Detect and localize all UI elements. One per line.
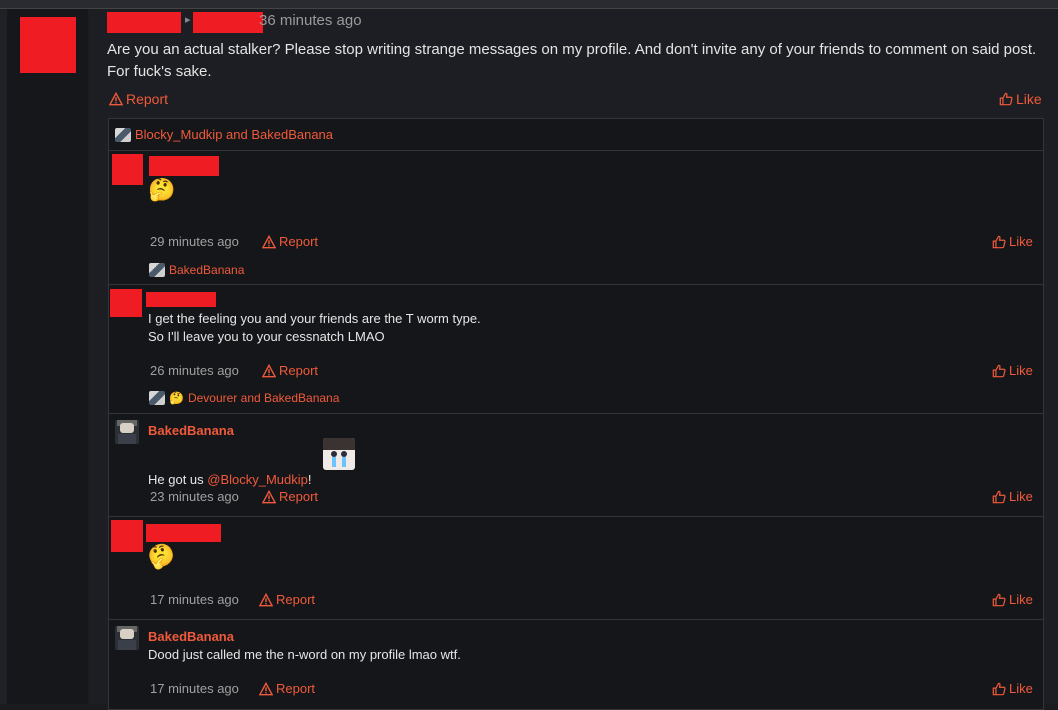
comment-likers-text: Devourer and BakedBanana: [187, 391, 340, 405]
comment-report-button[interactable]: Report: [262, 363, 318, 378]
mention-link[interactable]: @Blocky_Mudkip: [207, 472, 308, 487]
comment-like-button[interactable]: Like: [992, 681, 1033, 696]
comment: 🤔 17 minutes ago Report Like: [109, 517, 1043, 619]
report-label: Report: [276, 681, 316, 696]
comment-time[interactable]: 17 minutes ago: [150, 592, 239, 607]
thumbs-up-icon: [992, 682, 1006, 695]
comment-likers-text: BakedBanana: [169, 263, 245, 277]
comment-time[interactable]: 17 minutes ago: [150, 681, 239, 696]
like-label: Like: [1009, 592, 1033, 607]
post-time[interactable]: 36 minutes ago: [259, 12, 362, 29]
comments-block: Blocky_Mudkip and BakedBanana 🤔 29 minut…: [108, 118, 1044, 710]
thinking-emoji: 🤔: [143, 538, 180, 573]
liker-avatar: [149, 263, 165, 277]
comment-report-button[interactable]: Report: [262, 489, 318, 504]
comment-likers[interactable]: 🤔 Devourer and BakedBanana: [149, 391, 339, 405]
warning-triangle-icon: [259, 592, 273, 606]
comment-avatar-redacted[interactable]: [112, 154, 143, 185]
left-avatar-column: [0, 9, 88, 704]
comment-text-suffix: !: [307, 472, 312, 487]
profile-avatar-redacted[interactable]: [20, 17, 76, 73]
comment-avatar-redacted[interactable]: [110, 289, 142, 317]
crying-anime-sticker: [323, 438, 355, 470]
comment-text-prefix: He got us: [148, 472, 208, 487]
comment-like-button[interactable]: Like: [992, 234, 1033, 249]
liker-avatar: [149, 391, 165, 405]
comment-avatar-redacted[interactable]: [111, 520, 143, 552]
comment-time[interactable]: 29 minutes ago: [150, 234, 239, 249]
comment-report-button[interactable]: Report: [262, 234, 318, 249]
comment-author-redacted[interactable]: [146, 292, 216, 307]
comment-text: I get the feeling you and your friends a…: [148, 311, 481, 344]
comment: I get the feeling you and your friends a…: [109, 285, 1043, 413]
report-label: Report: [279, 489, 319, 504]
like-label: Like: [1016, 91, 1042, 107]
report-label: Report: [276, 592, 316, 607]
comment-author-redacted[interactable]: [146, 524, 221, 542]
liker-avatar: [115, 127, 131, 142]
thinking-emoji: 🤔: [148, 177, 176, 202]
comment-likers[interactable]: BakedBanana: [149, 263, 244, 277]
thumbs-up-icon: [992, 364, 1006, 377]
comment-text: He got us @Blocky_Mudkip!: [148, 453, 312, 489]
warning-triangle-icon: [109, 92, 123, 106]
comment-like-button[interactable]: Like: [992, 592, 1033, 607]
warning-triangle-icon: [262, 363, 276, 377]
thumbs-up-icon: [992, 490, 1006, 503]
top-border: [0, 0, 1058, 9]
comment-author[interactable]: BakedBanana: [148, 629, 234, 644]
like-label: Like: [1009, 681, 1033, 696]
report-label: Report: [126, 91, 169, 107]
comment-time[interactable]: 26 minutes ago: [150, 363, 239, 378]
bakedbanana-avatar[interactable]: [115, 626, 139, 650]
comment-author[interactable]: BakedBanana: [148, 423, 234, 438]
thumbs-up-icon: [999, 92, 1013, 106]
warning-triangle-icon: [262, 234, 276, 248]
comment-author-redacted[interactable]: [149, 156, 219, 176]
profile-post: ▸ 36 minutes ago Are you an actual stalk…: [89, 9, 1058, 710]
report-label: Report: [279, 363, 319, 378]
comment-report-button[interactable]: Report: [259, 592, 315, 607]
thumbs-up-icon: [992, 235, 1006, 248]
comment: BakedBanana Dood just called me the n-wo…: [109, 620, 1043, 708]
recipient-name-redacted[interactable]: [193, 12, 263, 33]
thumbs-up-icon: [992, 593, 1006, 606]
poster-name-redacted[interactable]: [107, 12, 181, 33]
warning-triangle-icon: [259, 681, 273, 695]
like-label: Like: [1009, 489, 1033, 504]
post-likers-text: Blocky_Mudkip and BakedBanana: [135, 127, 334, 142]
comment: BakedBanana He got us @Blocky_Mudkip! 23…: [109, 414, 1043, 516]
comment: 🤔 29 minutes ago Report Like BakedBanana: [109, 151, 1043, 277]
comment-time[interactable]: 23 minutes ago: [150, 489, 239, 504]
post-like-button[interactable]: Like: [999, 91, 1042, 107]
emoji-liker-icon: 🤔: [169, 391, 184, 405]
post-likers[interactable]: Blocky_Mudkip and BakedBanana: [115, 127, 333, 142]
bakedbanana-avatar[interactable]: [115, 420, 139, 444]
comment-text: Dood just called me the n-word on my pro…: [148, 647, 461, 662]
post-report-button[interactable]: Report: [109, 91, 168, 107]
post-text: Are you an actual stalker? Please stop w…: [107, 41, 1037, 80]
report-label: Report: [279, 234, 319, 249]
comment-like-button[interactable]: Like: [992, 363, 1033, 378]
warning-triangle-icon: [262, 489, 276, 503]
like-label: Like: [1009, 363, 1033, 378]
like-label: Like: [1009, 234, 1033, 249]
comment-report-button[interactable]: Report: [259, 681, 315, 696]
comment-like-button[interactable]: Like: [992, 489, 1033, 504]
arrow-icon: ▸: [185, 14, 191, 26]
left-gutter: [0, 9, 7, 704]
